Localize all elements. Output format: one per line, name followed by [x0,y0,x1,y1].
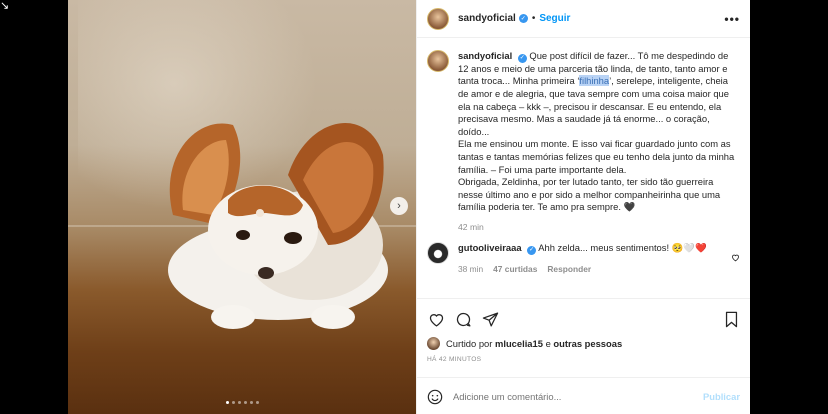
emoji-icon[interactable] [427,389,443,405]
posted-ago[interactable]: HÁ 42 MINUTOS [417,350,750,363]
add-comment-input[interactable] [453,391,703,402]
author-username[interactable]: sandyoficial [458,13,516,24]
carousel-next-button[interactable]: › [390,197,408,215]
likes-summary: Curtido por mlucelia15 e outras pessoas [417,331,750,350]
likes-prefix: Curtido por [446,338,493,349]
follow-button[interactable]: Seguir [539,13,570,24]
comment-reply-button[interactable]: Responder [547,263,591,275]
carousel-dot [225,401,229,404]
carousel-dot [237,401,241,404]
caption-row: sandyoficial ✓ Que post difícil de fazer… [427,50,740,214]
comment-likes[interactable]: 47 curtidas [493,263,537,275]
comment-line: gutooliveiraaa ✓ Ahh zelda... meus senti… [458,242,707,255]
resize-arrow-icon: ↘ [0,0,10,12]
commenter-username[interactable]: gutooliveiraaa [458,242,522,253]
caption-area: sandyoficial ✓ Que post difícil de fazer… [417,38,750,236]
caption-text: sandyoficial ✓ Que post difícil de fazer… [458,50,740,214]
post-header: sandyoficial ✓ • Seguir ••• [417,0,750,38]
comment-item: gutooliveiraaa ✓ Ahh zelda... meus senti… [417,236,750,275]
caption-verified-icon: ✓ [517,53,527,63]
save-bookmark-icon[interactable] [722,311,740,329]
like-heart-icon[interactable] [427,311,445,329]
comment-like-heart-icon[interactable] [731,253,740,262]
carousel-dots [68,401,416,404]
header-separator: • [531,13,536,24]
post-photo[interactable]: › [68,0,416,414]
add-comment-bar: Publicar [417,377,750,414]
caption-username[interactable]: sandyoficial [458,50,512,61]
post-modal: › sandyoficial ✓ • Seguir ••• sandyofici… [68,0,750,414]
comment-bubble-icon[interactable] [454,311,472,329]
carousel-dot [249,401,253,404]
caption-avatar[interactable] [427,50,449,72]
comment-time: 38 min [458,263,484,274]
verified-badge-icon: ✓ [518,14,528,23]
comment-body: gutooliveiraaa ✓ Ahh zelda... meus senti… [458,242,707,275]
caption-time: 42 min [458,221,484,232]
post-actions-section: Curtido por mlucelia15 e outras pessoas … [417,298,750,404]
commenter-verified-icon: ✓ [527,245,537,255]
likes-user[interactable]: mlucelia15 [495,338,543,349]
carousel-dot [255,401,259,404]
comment-text: Ahh zelda... meus sentimentos! 🥺🤍❤️ [538,242,707,253]
share-send-icon[interactable] [481,311,499,329]
caption-highlight: filhinha [579,75,610,87]
caption-text-after: ’, serelepe, inteligente, cheia de amor … [458,75,735,213]
action-bar [417,299,750,331]
carousel-dot [243,401,247,404]
publish-button[interactable]: Publicar [703,391,740,402]
carousel-dot [231,401,235,404]
dog-illustration [168,122,388,329]
comment-meta: 38 min 47 curtidas Responder [458,263,707,275]
liker-avatar[interactable] [427,337,440,350]
likes-others[interactable]: outras pessoas [553,338,622,349]
post-sidebar: sandyoficial ✓ • Seguir ••• sandyoficial… [416,0,750,414]
likes-middle: e [545,338,551,349]
more-options-icon[interactable]: ••• [724,12,740,26]
commenter-avatar[interactable] [427,242,449,264]
author-avatar[interactable] [427,7,449,30]
